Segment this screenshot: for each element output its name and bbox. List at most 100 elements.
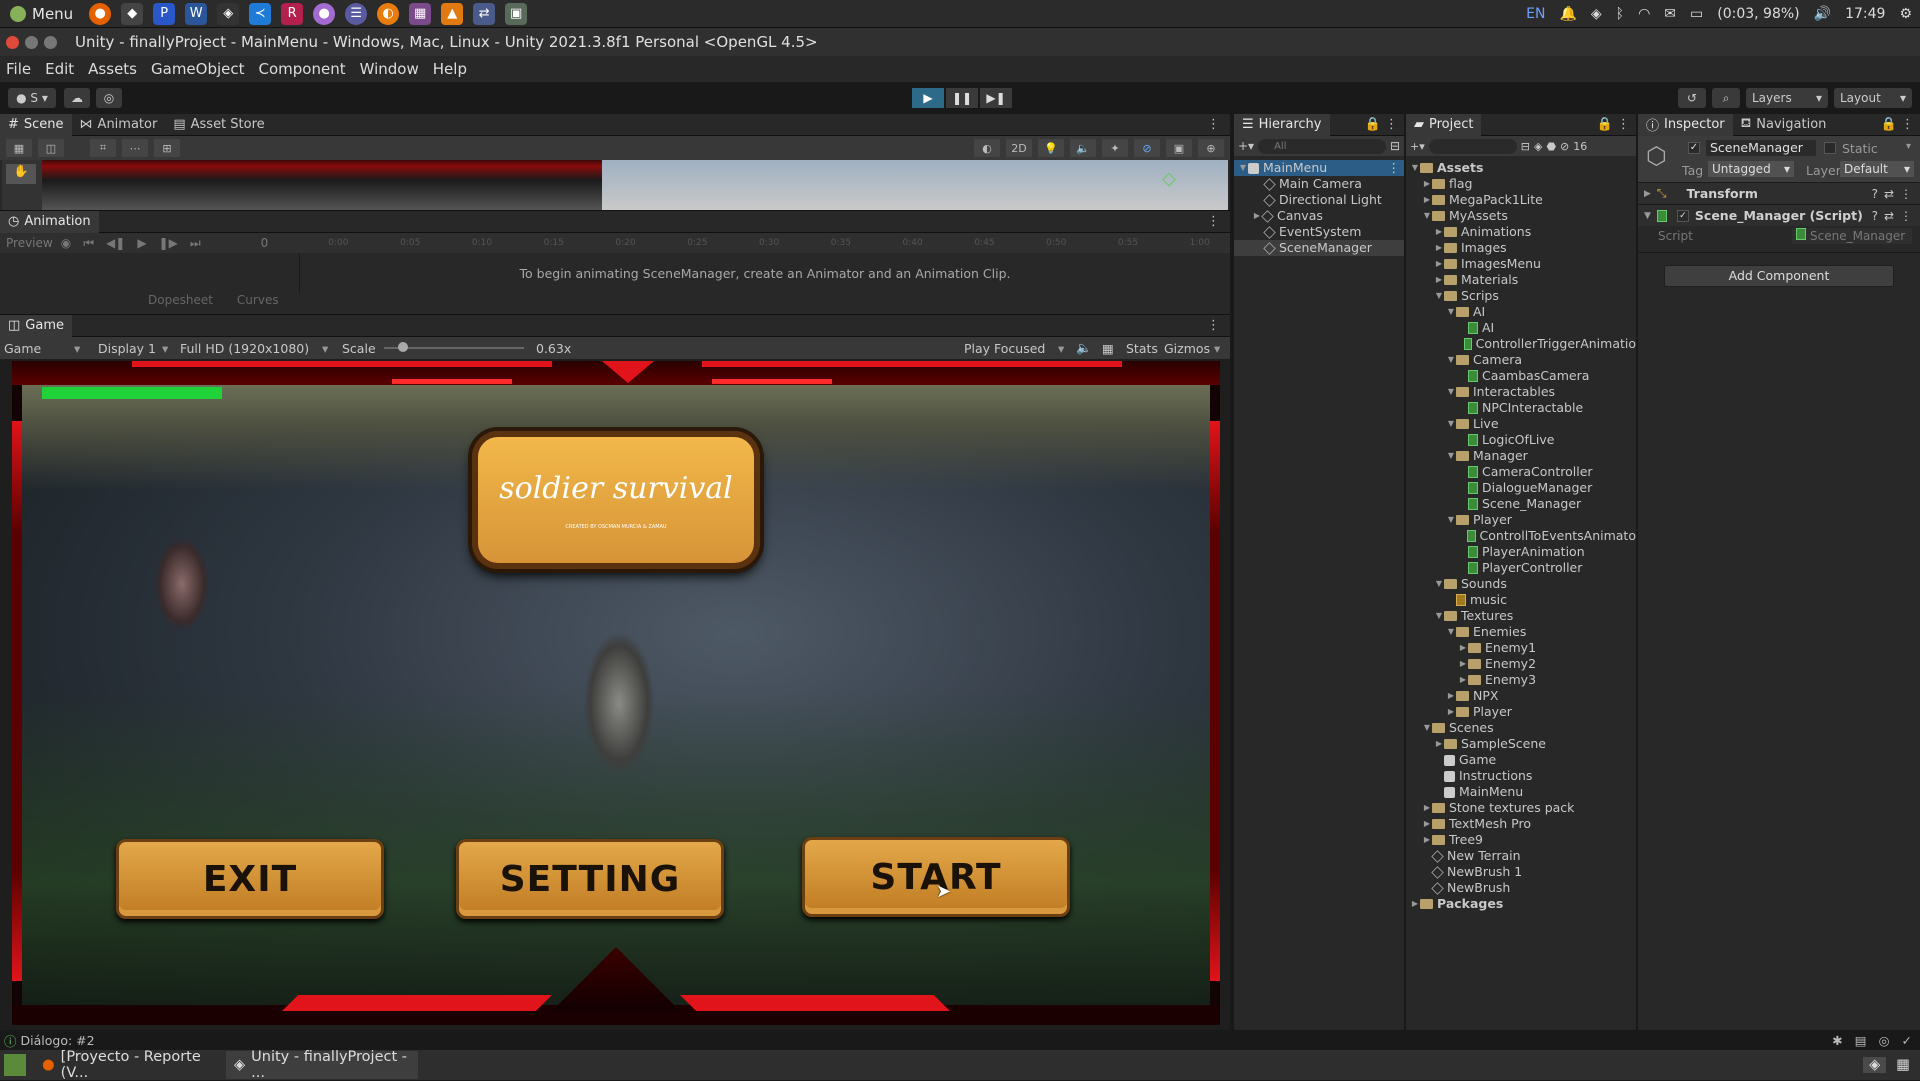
project-tree-item[interactable]: Instructions bbox=[1406, 768, 1636, 784]
script-field[interactable]: Scene_Manager bbox=[1792, 228, 1912, 244]
expand-triangle-icon[interactable]: ▶ bbox=[1434, 224, 1444, 240]
project-tree-item[interactable]: ▶ Player bbox=[1406, 704, 1636, 720]
account-dropdown[interactable]: ● S ▾ bbox=[8, 88, 56, 108]
gizmos-button[interactable]: Gizmos bbox=[1164, 341, 1210, 356]
maximize-window-icon[interactable] bbox=[44, 35, 57, 49]
vlc-icon[interactable]: ▲ bbox=[441, 2, 464, 25]
hand-tool-icon[interactable]: ✋ bbox=[6, 164, 36, 184]
expand-triangle-icon[interactable]: ▶ bbox=[1458, 640, 1468, 656]
search-by-label-icon[interactable]: ◈ bbox=[1534, 140, 1542, 153]
hierarchy-scene-row[interactable]: ▼ MainMenu ⋮ bbox=[1234, 160, 1404, 176]
panel-menu-icon[interactable]: ⋮ bbox=[1617, 117, 1630, 132]
expand-triangle-icon[interactable]: ▶ bbox=[1434, 736, 1444, 752]
taskbar-item[interactable]: ● [Proyecto - Reporte (V... bbox=[34, 1049, 226, 1081]
start-button[interactable]: START bbox=[802, 837, 1070, 917]
wifi-icon[interactable]: ◠ bbox=[1638, 6, 1650, 22]
project-tree-item[interactable]: NewBrush bbox=[1406, 880, 1636, 896]
clock[interactable]: 17:49 bbox=[1845, 6, 1885, 22]
project-tree-item[interactable]: ▼ Camera bbox=[1406, 352, 1636, 368]
close-window-icon[interactable] bbox=[6, 35, 19, 49]
stats-button[interactable]: Stats bbox=[1126, 341, 1158, 356]
project-tree-item[interactable]: ▼ Live bbox=[1406, 416, 1636, 432]
expand-triangle-icon[interactable]: ▼ bbox=[1644, 211, 1651, 221]
screen-icon[interactable]: ▣ bbox=[505, 2, 528, 25]
bluetooth-icon[interactable]: ᛒ bbox=[1616, 6, 1624, 22]
project-tree-item[interactable]: ▶ TextMesh Pro bbox=[1406, 816, 1636, 832]
rider-icon[interactable]: R bbox=[281, 2, 304, 25]
expand-triangle-open-icon[interactable]: ▼ bbox=[1446, 384, 1456, 400]
check-icon[interactable]: ✓ bbox=[1902, 1033, 1912, 1048]
preset-icon[interactable]: ⇄ bbox=[1884, 209, 1894, 223]
search-icon[interactable]: ⌕ bbox=[1712, 88, 1740, 108]
collab-icon[interactable]: ◎ bbox=[96, 88, 122, 108]
search-by-type-icon[interactable]: ⊟ bbox=[1521, 140, 1530, 153]
project-tree-item[interactable]: NewBrush 1 bbox=[1406, 864, 1636, 880]
panel-menu-icon[interactable]: ⋮ bbox=[1385, 117, 1398, 132]
expand-triangle-open-icon[interactable]: ▼ bbox=[1446, 624, 1456, 640]
shading-icon[interactable]: ◫ bbox=[38, 139, 64, 157]
expand-triangle-open-icon[interactable]: ▼ bbox=[1446, 352, 1456, 368]
resolution-dropdown[interactable]: Full HD (1920x1080) bbox=[180, 341, 309, 356]
expand-triangle-icon[interactable]: ▶ bbox=[1422, 800, 1432, 816]
project-tree-item[interactable]: CaambasCamera bbox=[1406, 368, 1636, 384]
layout-dropdown[interactable]: Layout ▾ bbox=[1834, 88, 1912, 108]
chevron-down-icon[interactable]: ▾ bbox=[1906, 141, 1911, 152]
preset-icon[interactable]: ⇄ bbox=[1884, 187, 1894, 201]
project-tree-item[interactable]: ▶ Enemy2 bbox=[1406, 656, 1636, 672]
hierarchy-item[interactable]: ▶ Canvas bbox=[1234, 208, 1404, 224]
project-tree-item[interactable]: ▶ Enemy1 bbox=[1406, 640, 1636, 656]
system-menu-button[interactable]: Menu bbox=[0, 5, 83, 23]
project-tree-item[interactable]: ▼ AI bbox=[1406, 304, 1636, 320]
eclipse-icon[interactable]: ☰ bbox=[345, 2, 368, 25]
project-tree-item[interactable]: NPCInteractable bbox=[1406, 400, 1636, 416]
word-icon[interactable]: W bbox=[185, 2, 208, 25]
dopesheet-tab[interactable]: Dopesheet bbox=[148, 293, 213, 313]
tab-asset-store[interactable]: ▤ Asset Store bbox=[165, 114, 272, 136]
battery-icon[interactable]: ▭ bbox=[1690, 6, 1703, 22]
project-tree-item[interactable]: ▼ Textures bbox=[1406, 608, 1636, 624]
panel-menu-icon[interactable]: ⋮ bbox=[1207, 214, 1220, 229]
project-tree-item[interactable]: ▶ MegaPack1Lite bbox=[1406, 192, 1636, 208]
scale-slider[interactable] bbox=[384, 342, 524, 352]
debug-icon[interactable]: ✱ bbox=[1832, 1033, 1842, 1048]
gizmos-icon[interactable]: ⊕ bbox=[1198, 139, 1224, 157]
unity-tray-icon[interactable]: ◈ bbox=[1863, 1057, 1887, 1073]
camera-settings-icon[interactable]: ▣ bbox=[1166, 139, 1192, 157]
project-tree-item[interactable]: ▼ Interactables bbox=[1406, 384, 1636, 400]
expand-triangle-icon[interactable]: ▶ bbox=[1422, 192, 1432, 208]
layers-dropdown[interactable]: Layers ▾ bbox=[1746, 88, 1828, 108]
project-tree-item[interactable]: ControllerTriggerAnimatio bbox=[1406, 336, 1636, 352]
expand-triangle-open-icon[interactable]: ▼ bbox=[1446, 416, 1456, 432]
menu-gameobject[interactable]: GameObject bbox=[151, 60, 245, 78]
unity-icon[interactable]: ◈ bbox=[217, 2, 240, 25]
help-icon[interactable]: ? bbox=[1872, 209, 1878, 223]
grid-snap-icon[interactable]: ⌗ bbox=[90, 139, 116, 157]
prev-key-icon[interactable]: ◀❚ bbox=[106, 236, 125, 250]
expand-triangle-icon[interactable]: ▶ bbox=[1446, 704, 1456, 720]
project-tree-item[interactable]: ▶ Tree9 bbox=[1406, 832, 1636, 848]
menu-help[interactable]: Help bbox=[433, 60, 467, 78]
unity-hub-icon[interactable]: ◆ bbox=[121, 2, 144, 25]
project-tree-item[interactable]: New Terrain bbox=[1406, 848, 1636, 864]
layer-dropdown[interactable]: Default ▾ bbox=[1840, 161, 1914, 177]
scale-slider-knob[interactable] bbox=[398, 342, 408, 352]
favorites-icon[interactable]: ⬣ bbox=[1546, 140, 1556, 153]
add-icon[interactable]: +▾ bbox=[1238, 139, 1254, 153]
expand-triangle-icon[interactable]: ▼ bbox=[1238, 160, 1248, 176]
project-tree-item[interactable]: ▶ NPX bbox=[1406, 688, 1636, 704]
lighting-icon[interactable]: 💡 bbox=[1038, 139, 1064, 157]
tab-game[interactable]: ◫ Game bbox=[0, 314, 72, 337]
project-tree-item[interactable]: ▼ Enemies bbox=[1406, 624, 1636, 640]
next-key-icon[interactable]: ❚▶ bbox=[159, 236, 178, 250]
menu-assets[interactable]: Assets bbox=[88, 60, 137, 78]
hierarchy-item[interactable]: EventSystem bbox=[1234, 224, 1404, 240]
menu-edit[interactable]: Edit bbox=[45, 60, 74, 78]
add-component-button[interactable]: Add Component bbox=[1664, 265, 1894, 287]
minimize-window-icon[interactable] bbox=[25, 35, 38, 49]
hidden-packages-icon[interactable]: ⊘ bbox=[1560, 140, 1569, 153]
transform-component[interactable]: ▶ ⤡ Transform ? ⇄ ⋮ bbox=[1638, 182, 1920, 204]
expand-triangle-open-icon[interactable]: ▼ bbox=[1434, 576, 1444, 592]
expand-triangle-open-icon[interactable]: ▼ bbox=[1446, 304, 1456, 320]
lock-icon[interactable]: 🔒 bbox=[1365, 117, 1381, 132]
tag-dropdown[interactable]: Untagged ▾ bbox=[1708, 161, 1794, 177]
